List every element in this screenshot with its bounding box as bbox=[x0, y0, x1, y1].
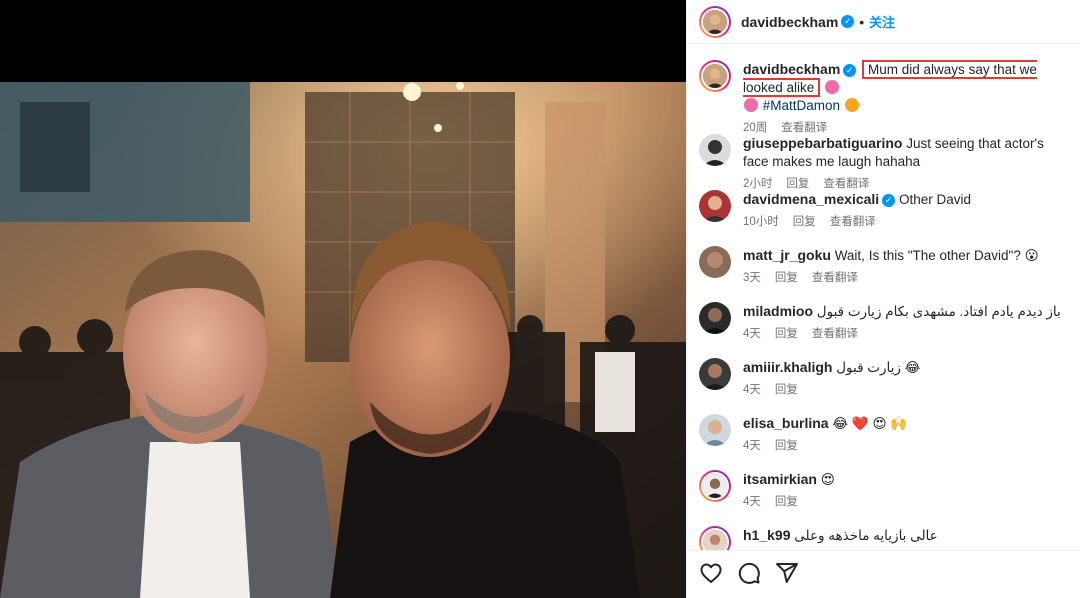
verified-icon: ✓ bbox=[882, 194, 896, 207]
comment-text: Other David bbox=[898, 192, 971, 207]
reply-link[interactable]: 回复 bbox=[775, 325, 798, 343]
pink-heart-icon bbox=[825, 80, 840, 94]
commenter-avatar[interactable] bbox=[699, 358, 731, 390]
commenter-avatar[interactable] bbox=[699, 414, 731, 446]
commenter-avatar[interactable] bbox=[699, 246, 731, 278]
comment-item: itsamirkian 😍 4天 回复 bbox=[699, 456, 1068, 512]
comment-time: 4天 bbox=[743, 384, 761, 396]
commenter-avatar[interactable] bbox=[699, 190, 731, 222]
post-actions-bar bbox=[687, 550, 1080, 598]
like-button[interactable] bbox=[699, 561, 723, 588]
caption-block: davidbeckham ✓ Mum did always say that we… bbox=[699, 44, 1068, 134]
post-media bbox=[0, 0, 686, 598]
comment-text: عالی بازیایه ماخذهه وعلی bbox=[794, 528, 938, 543]
comment-username[interactable]: elisa_burlina bbox=[743, 415, 829, 431]
comment-item: matt_jr_goku Wait, Is this "The other Da… bbox=[699, 232, 1068, 288]
pink-heart-icon bbox=[744, 98, 758, 112]
follow-button[interactable]: 关注 bbox=[869, 12, 895, 31]
post-side-panel: davidbeckham ✓ • 关注 davidbeckham ✓ Mum di… bbox=[686, 0, 1080, 598]
verified-icon: ✓ bbox=[841, 15, 855, 28]
commenter-avatar[interactable] bbox=[699, 302, 731, 334]
translate-link[interactable]: 查看翻译 bbox=[812, 325, 858, 343]
share-button[interactable] bbox=[775, 561, 799, 588]
share-icon bbox=[776, 563, 798, 583]
comment-text: باز دیدم یادم افتاد. مشهدی بکام زیارت قب… bbox=[816, 304, 1061, 319]
comment-item: elisa_burlina 😂 ❤️ 😍 🙌 4天 回复 bbox=[699, 400, 1068, 456]
post-photo[interactable] bbox=[0, 82, 686, 598]
comment-username[interactable]: davidmena_mexicali bbox=[743, 191, 879, 207]
comment-item: amiiir.khaligh 😂 زیارت قبول 4天 回复 bbox=[699, 344, 1068, 400]
instagram-post-window: davidbeckham ✓ • 关注 davidbeckham ✓ Mum di… bbox=[0, 0, 1080, 598]
comment-text: Wait, Is this "The other David"? 😮 bbox=[834, 248, 1039, 263]
comment-username[interactable]: giuseppebarbatiguarino bbox=[743, 135, 902, 151]
comment-time: 4天 bbox=[743, 440, 761, 452]
comment-text: 😂 زیارت قبول bbox=[836, 360, 921, 375]
comment-text: 😂 ❤️ 😍 🙌 bbox=[832, 416, 908, 431]
reply-link[interactable]: 回复 bbox=[775, 437, 798, 455]
reply-link[interactable]: 回复 bbox=[775, 493, 798, 511]
commenter-avatar[interactable] bbox=[699, 134, 731, 166]
comment-time: 3天 bbox=[743, 272, 761, 284]
commenter-avatar[interactable] bbox=[699, 470, 731, 502]
photo-illustration bbox=[0, 82, 686, 598]
translate-link[interactable]: 查看翻译 bbox=[812, 269, 858, 287]
comment-username[interactable]: h1_k99 bbox=[743, 527, 790, 543]
translate-link[interactable]: 查看翻译 bbox=[830, 213, 876, 231]
heart-icon bbox=[700, 563, 722, 583]
reply-link[interactable]: 回复 bbox=[775, 269, 798, 287]
comment-username[interactable]: matt_jr_goku bbox=[743, 247, 831, 263]
hashtag-link[interactable]: #MattDamon bbox=[763, 98, 840, 113]
comment-username[interactable]: miladmioo bbox=[743, 303, 813, 319]
separator-dot: • bbox=[859, 13, 865, 30]
comment-time: 4天 bbox=[743, 496, 761, 508]
comment-time: 10小时 bbox=[743, 216, 779, 228]
caption-avatar[interactable] bbox=[699, 60, 731, 92]
verified-icon: ✓ bbox=[843, 64, 857, 77]
post-header: davidbeckham ✓ • 关注 bbox=[687, 0, 1080, 44]
reply-link[interactable]: 回复 bbox=[775, 381, 798, 399]
comment-time: 4天 bbox=[743, 328, 761, 340]
author-avatar[interactable] bbox=[699, 5, 731, 38]
comments-list[interactable]: davidbeckham ✓ Mum did always say that we… bbox=[687, 44, 1080, 550]
reply-link[interactable]: 回复 bbox=[793, 213, 816, 231]
commenter-avatar[interactable] bbox=[699, 526, 731, 550]
comment-item: miladmioo باز دیدم یادم افتاد. مشهدی بکا… bbox=[699, 288, 1068, 344]
comment-username[interactable]: itsamirkian bbox=[743, 471, 817, 487]
comment-button[interactable] bbox=[737, 561, 761, 588]
comment-username[interactable]: amiiir.khaligh bbox=[743, 359, 832, 375]
comment-text: 😍 bbox=[820, 472, 835, 487]
caption-username[interactable]: davidbeckham bbox=[743, 61, 840, 77]
author-username[interactable]: davidbeckham bbox=[741, 14, 838, 30]
comment-item: h1_k99 عالی بازیایه ماخذهه وعلی bbox=[699, 512, 1068, 550]
heart-eyes-emoji-icon bbox=[844, 98, 859, 112]
comment-icon bbox=[738, 562, 760, 584]
